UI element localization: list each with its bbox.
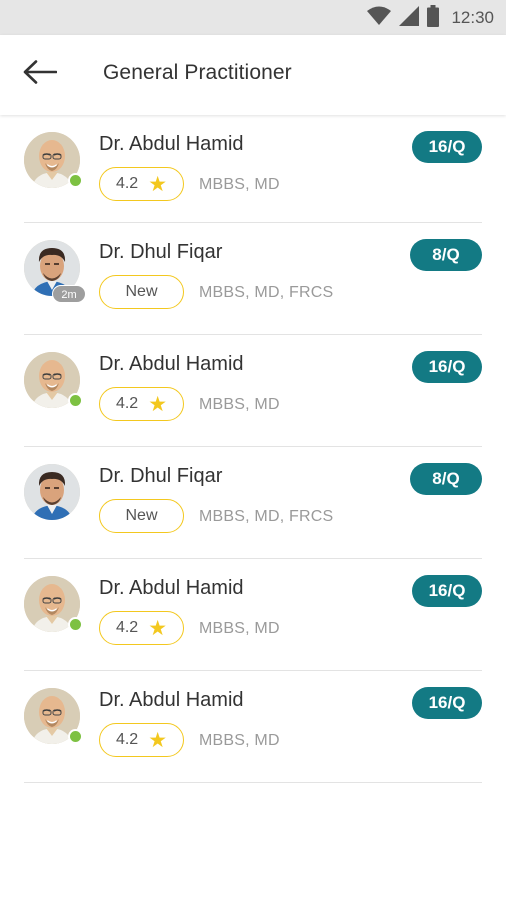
doctor-qualifications: MBBS, MD [199,620,280,637]
price-badge[interactable]: 8/Q [410,463,482,495]
doctor-list: Dr. Abdul Hamid 4.2 ★ MBBS, MD 16/Q 2m Dr. Dhu… [0,115,506,783]
doctor-row[interactable]: 2m Dr. Dhul Fiqar New MBBS, MD, FRCS 8/Q [24,223,482,335]
new-label: New [125,283,158,300]
star-icon: ★ [148,728,168,752]
page-title: General Practitioner [103,61,292,84]
doctor-photo [24,464,80,520]
back-button[interactable] [22,59,58,89]
avatar: 2m [24,240,86,303]
rating-value: 4.2 [115,175,139,192]
avatar [24,464,80,520]
online-indicator [68,729,83,744]
online-indicator [68,173,83,188]
new-badge: New [99,275,184,309]
status-bar: 12:30 [0,0,506,35]
avatar [24,132,83,188]
doctor-name: Dr. Abdul Hamid [99,133,244,155]
rating-badge: 4.2 ★ [99,167,184,201]
doctor-name: Dr. Abdul Hamid [99,689,244,711]
doctor-qualifications: MBBS, MD [199,176,280,193]
battery-icon [427,4,440,32]
new-label: New [125,507,158,524]
wifi-icon [367,6,392,31]
star-icon: ★ [148,172,168,196]
price-badge[interactable]: 16/Q [412,351,482,383]
signal-icon [399,5,420,31]
price-badge[interactable]: 8/Q [410,239,482,271]
status-icons: 12:30 [367,4,494,32]
doctor-row[interactable]: Dr. Abdul Hamid 4.2 ★ MBBS, MD 16/Q [24,335,482,447]
price-badge[interactable]: 16/Q [412,131,482,163]
avatar [24,352,83,408]
doctor-name: Dr. Dhul Fiqar [99,241,223,263]
star-icon: ★ [148,392,168,416]
rating-value: 4.2 [115,619,139,636]
status-time: 12:30 [451,8,494,27]
price-badge[interactable]: 16/Q [412,575,482,607]
star-icon: ★ [148,616,168,640]
online-indicator [68,617,83,632]
doctor-name: Dr. Abdul Hamid [99,353,244,375]
doctor-qualifications: MBBS, MD, FRCS [199,284,334,301]
avatar [24,688,83,744]
new-badge: New [99,499,184,533]
doctor-row[interactable]: Dr. Dhul Fiqar New MBBS, MD, FRCS 8/Q [24,447,482,559]
avatar [24,576,83,632]
rating-value: 4.2 [115,395,139,412]
app-bar: General Practitioner [0,35,506,115]
doctor-qualifications: MBBS, MD, FRCS [199,508,334,525]
arrow-left-icon [23,59,58,89]
online-indicator [68,393,83,408]
doctor-row[interactable]: Dr. Abdul Hamid 4.2 ★ MBBS, MD 16/Q [24,559,482,671]
rating-badge: 4.2 ★ [99,611,184,645]
last-seen-badge: 2m [52,285,86,303]
price-badge[interactable]: 16/Q [412,687,482,719]
rating-badge: 4.2 ★ [99,723,184,757]
doctor-row[interactable]: Dr. Abdul Hamid 4.2 ★ MBBS, MD 16/Q [24,115,482,223]
doctor-name: Dr. Dhul Fiqar [99,465,223,487]
doctor-name: Dr. Abdul Hamid [99,577,244,599]
doctor-row[interactable]: Dr. Abdul Hamid 4.2 ★ MBBS, MD 16/Q [24,671,482,783]
doctor-qualifications: MBBS, MD [199,732,280,749]
rating-badge: 4.2 ★ [99,387,184,421]
rating-value: 4.2 [115,731,139,748]
doctor-qualifications: MBBS, MD [199,396,280,413]
